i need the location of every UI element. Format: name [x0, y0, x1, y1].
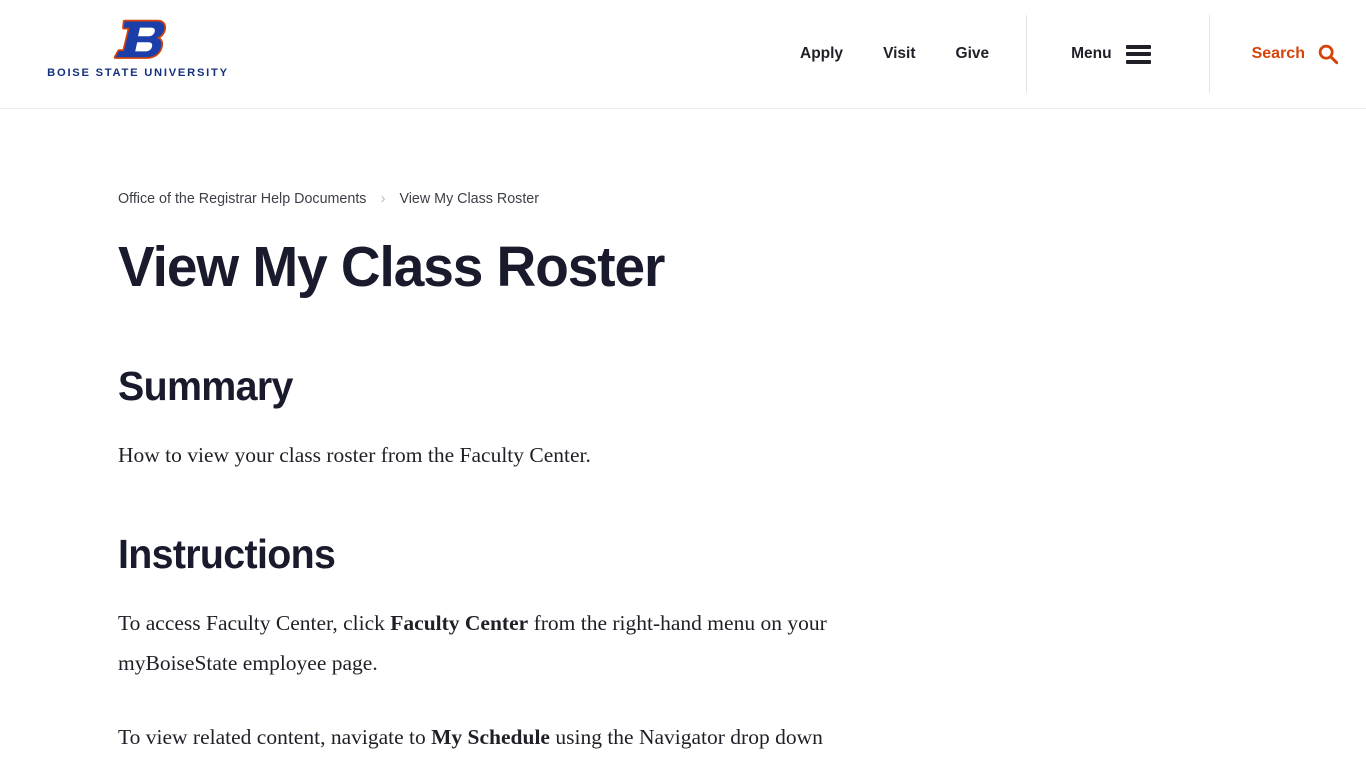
section-heading-summary: Summary	[118, 362, 293, 409]
site-header: BOISE STATE UNIVERSITY Apply Visit Give …	[0, 0, 1366, 109]
summary-paragraph: How to view your class roster from the F…	[118, 442, 591, 467]
utility-link-group: Apply Visit Give	[780, 0, 1026, 108]
instructions-paragraph-2: To view related content, navigate to My …	[118, 724, 823, 768]
nav-link-visit[interactable]: Visit	[863, 46, 935, 62]
site-logo-link[interactable]: BOISE STATE UNIVERSITY	[38, 18, 238, 79]
nav-link-give[interactable]: Give	[936, 46, 1010, 62]
breadcrumb-parent-link[interactable]: Office of the Registrar Help Documents	[118, 192, 366, 207]
instructions-paragraph-1: To access Faculty Center, click Faculty …	[118, 610, 827, 675]
section-heading-instructions: Instructions	[118, 530, 336, 577]
page-title: View My Class Roster	[118, 235, 665, 299]
brand-wordmark: BOISE STATE UNIVERSITY	[47, 67, 229, 79]
search-button[interactable]: Search	[1210, 0, 1339, 108]
breadcrumb: Office of the Registrar Help Documents ›…	[118, 190, 1366, 208]
page-content: Office of the Registrar Help Documents ›…	[0, 190, 1366, 768]
boise-state-b-logo-icon	[113, 19, 166, 59]
breadcrumb-chevron-icon: ›	[380, 190, 386, 207]
emphasis-text: My Schedule	[431, 724, 550, 749]
breadcrumb-current: View My Class Roster	[399, 191, 540, 208]
search-button-label: Search	[1251, 45, 1305, 62]
menu-button[interactable]: Menu	[1027, 0, 1208, 108]
hamburger-icon	[1125, 44, 1151, 64]
menu-button-label: Menu	[1071, 45, 1112, 63]
magnifier-icon	[1318, 44, 1339, 65]
emphasis-text: Faculty Center	[390, 610, 529, 635]
nav-link-apply[interactable]: Apply	[780, 46, 863, 62]
header-navigation: Apply Visit Give Menu Search	[780, 0, 1339, 108]
